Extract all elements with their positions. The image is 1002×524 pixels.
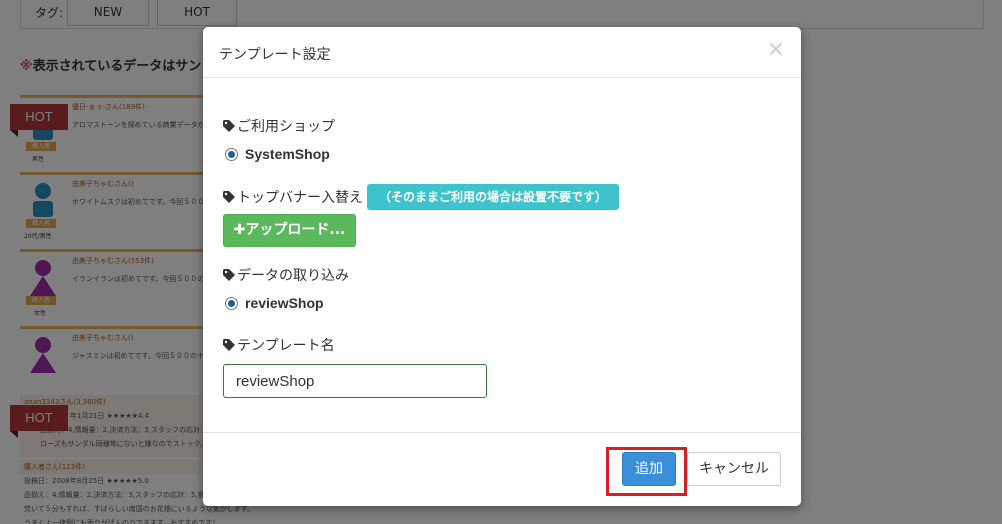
shop-radio-option[interactable]: SystemShop: [225, 146, 330, 162]
banner-label-text: トップバナー入替え: [237, 190, 363, 206]
import-label-text: データの取り込み: [237, 268, 349, 284]
shop-label-text: ご利用ショップ: [237, 119, 335, 135]
upload-button[interactable]: ✚アップロード...: [223, 214, 356, 247]
tag-icon: [223, 339, 235, 351]
import-label: データの取り込み: [223, 265, 349, 285]
modal-title: テンプレート設定: [219, 47, 331, 63]
import-radio[interactable]: [225, 296, 238, 310]
cancel-button[interactable]: キャンセル: [687, 452, 781, 486]
import-radio-option[interactable]: reviewShop: [225, 295, 324, 311]
import-option-label: reviewShop: [245, 295, 324, 311]
template-name-label: テンプレート名: [223, 335, 335, 355]
close-icon[interactable]: ×: [767, 39, 785, 61]
shop-label: ご利用ショップ: [223, 116, 335, 136]
shop-radio[interactable]: [225, 147, 238, 161]
tag-icon: [223, 191, 235, 203]
template-name-label-text: テンプレート名: [237, 338, 335, 354]
shop-option-label: SystemShop: [245, 146, 330, 162]
modal-header: テンプレート設定 ×: [203, 27, 801, 78]
add-button[interactable]: 追加: [622, 452, 676, 486]
tag-icon: [223, 269, 235, 281]
tag-icon: [223, 120, 235, 132]
banner-note-badge: （そのままご利用の場合は設置不要です）: [367, 184, 620, 210]
template-settings-modal: テンプレート設定 × ご利用ショップ SystemShop トップバナー入替え …: [203, 27, 801, 506]
banner-label: トップバナー入替え （そのままご利用の場合は設置不要です）: [223, 184, 620, 210]
template-name-input[interactable]: [223, 364, 487, 398]
